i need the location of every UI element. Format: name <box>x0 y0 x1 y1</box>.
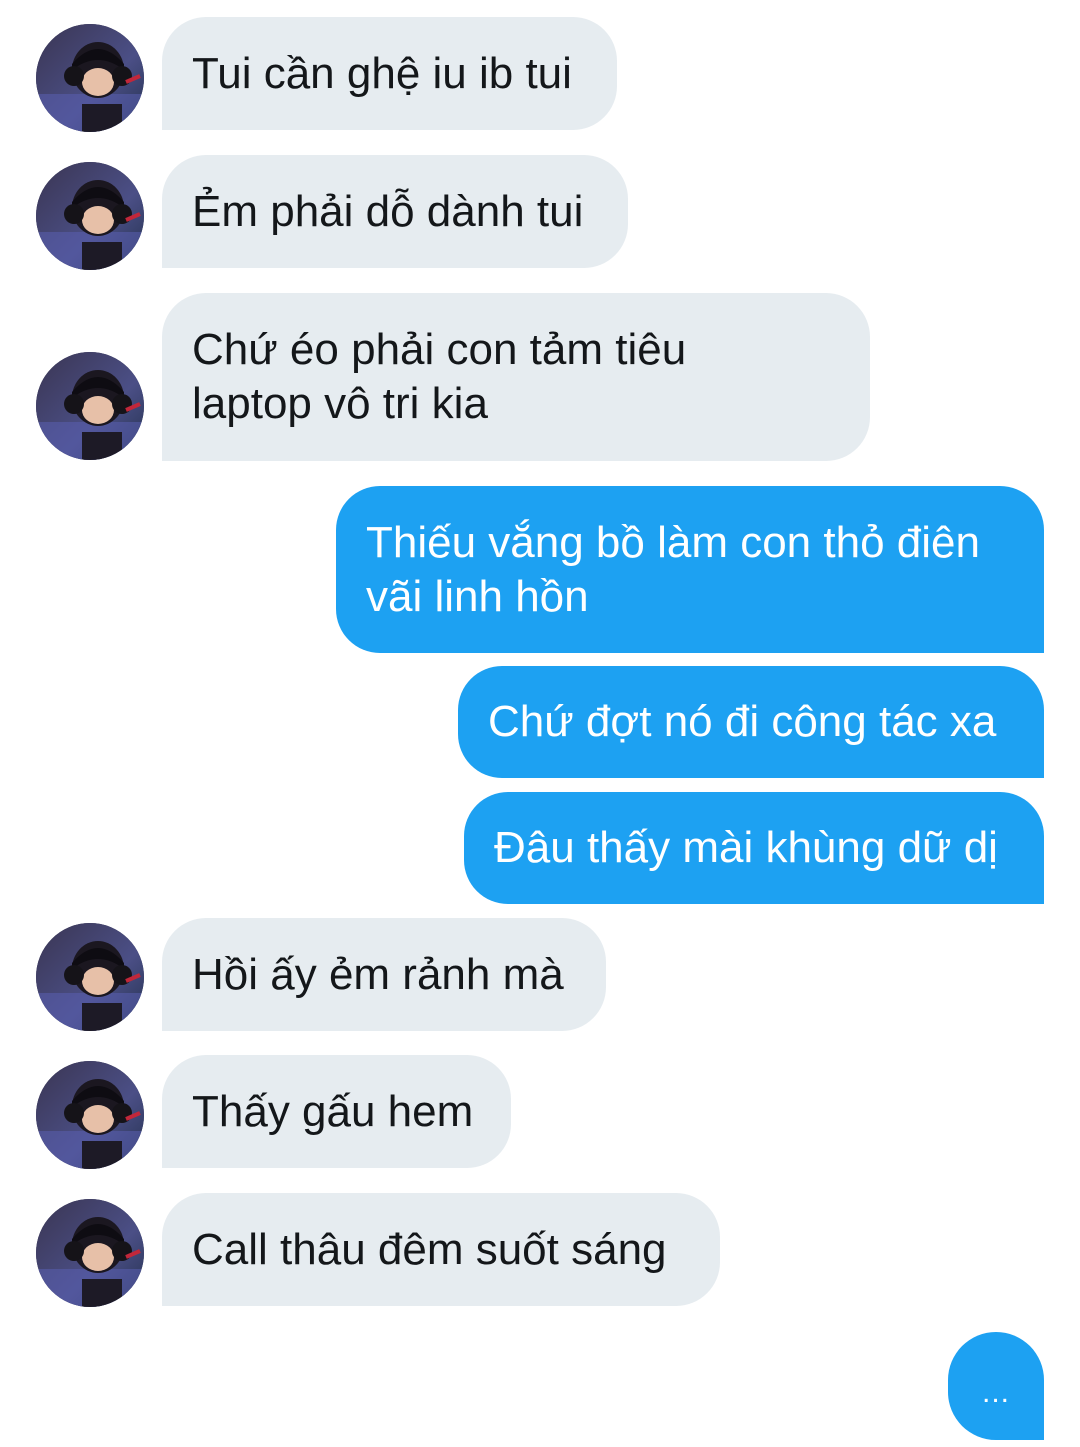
typing-indicator: ... <box>948 1332 1044 1440</box>
message-bubble-outgoing[interactable]: Đâu thấy mài khùng dữ dị <box>464 792 1044 904</box>
avatar-photo-icon <box>36 1061 144 1169</box>
avatar-photo-icon <box>36 24 144 132</box>
message-bubble-incoming[interactable]: Chứ éo phải con tảm tiêu laptop vô tri k… <box>162 293 870 461</box>
chat-thread: Tui cần ghệ iu ib tui Ẻm phải dỗ dành tu… <box>0 0 1080 1447</box>
message-text: Tui cần ghệ iu ib tui <box>192 48 572 98</box>
message-text: Ẻm phải dỗ dành tui <box>192 186 584 236</box>
avatar[interactable] <box>36 162 144 270</box>
message-text: Hồi ấy ẻm rảnh mà <box>192 949 564 999</box>
message-bubble-incoming[interactable]: Hồi ấy ẻm rảnh mà <box>162 918 606 1031</box>
message-text: Chứ đợt nó đi công tác xa <box>488 697 997 746</box>
message-text-line: Thiếu vắng bồ làm con thỏ điên <box>366 517 980 567</box>
avatar[interactable] <box>36 1199 144 1307</box>
message-text-line: laptop vô tri kia <box>192 379 488 428</box>
avatar-photo-icon <box>36 923 144 1031</box>
avatar[interactable] <box>36 24 144 132</box>
message-text-line: vãi linh hồn <box>366 571 589 621</box>
typing-dots-icon: ... <box>981 1376 1010 1409</box>
message-bubble-incoming[interactable]: Thấy gấu hem <box>162 1055 511 1168</box>
message-text: Call thâu đêm suốt sáng <box>192 1224 667 1274</box>
message-text: Thấy gấu hem <box>192 1086 474 1136</box>
avatar[interactable] <box>36 923 144 1031</box>
message-bubble-outgoing[interactable]: Thiếu vắng bồ làm con thỏ điên vãi linh … <box>336 486 1044 653</box>
message-bubble-outgoing[interactable]: Chứ đợt nó đi công tác xa <box>458 666 1044 778</box>
message-text: Đâu thấy mài khùng dữ dị <box>494 823 998 872</box>
avatar[interactable] <box>36 1061 144 1169</box>
message-bubble-incoming[interactable]: Call thâu đêm suốt sáng <box>162 1193 720 1306</box>
message-text-line: Chứ éo phải con tảm tiêu <box>192 325 687 374</box>
message-bubble-incoming[interactable]: Tui cần ghệ iu ib tui <box>162 17 617 130</box>
message-bubble-incoming[interactable]: Ẻm phải dỗ dành tui <box>162 155 628 268</box>
avatar-photo-icon <box>36 352 144 460</box>
avatar-photo-icon <box>36 162 144 270</box>
avatar-photo-icon <box>36 1199 144 1307</box>
avatar[interactable] <box>36 352 144 460</box>
